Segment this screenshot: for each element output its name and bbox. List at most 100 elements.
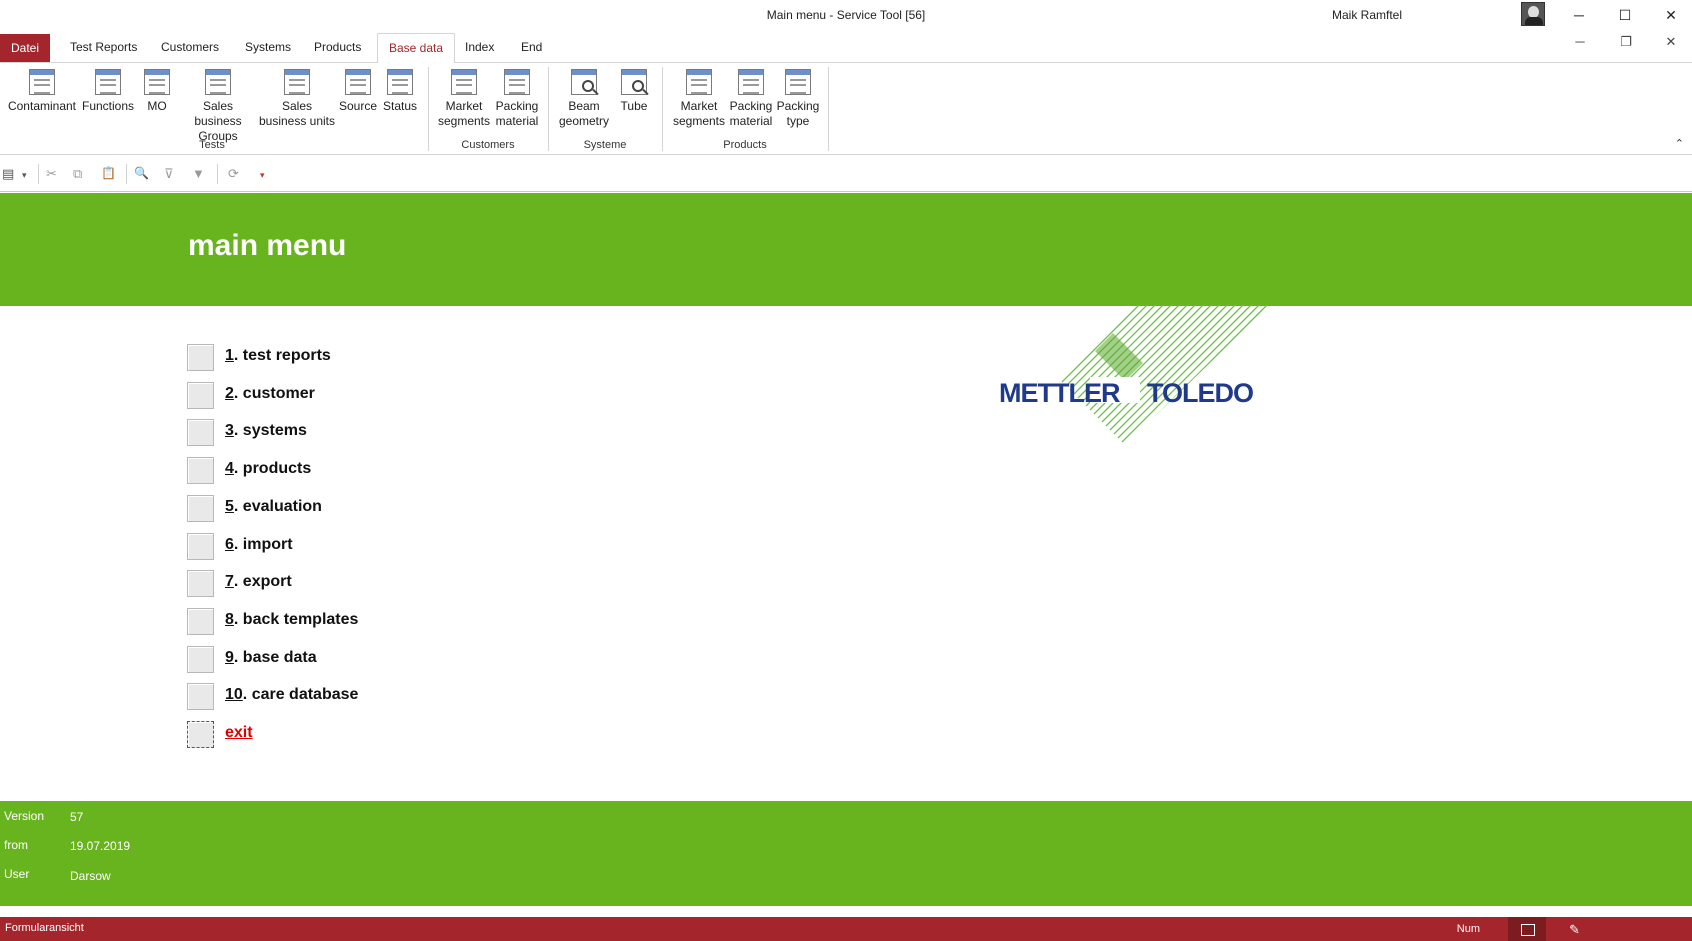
menu-button[interactable] xyxy=(187,344,214,371)
copy-icon[interactable]: ⧉ xyxy=(73,166,82,182)
mdi-minimize-button[interactable]: ─ xyxy=(1565,34,1595,49)
close-button[interactable]: ✕ xyxy=(1648,0,1692,30)
tab-products[interactable]: Products xyxy=(303,33,372,63)
menu-item-label[interactable]: 1. test reports xyxy=(225,347,331,365)
view-dropdown-icon[interactable]: ▾ xyxy=(22,170,27,181)
ribbon-tabs: Datei Test Reports Customers Systems Pro… xyxy=(0,31,1692,64)
cut-icon[interactable]: ✂ xyxy=(46,166,57,182)
mdi-restore-button[interactable]: ❐ xyxy=(1611,34,1641,50)
ribbon-button-label: geometry xyxy=(558,114,610,128)
ribbon-group-tests-label: Tests xyxy=(199,139,225,151)
tab-datei[interactable]: Datei xyxy=(0,34,51,62)
menu-button[interactable] xyxy=(187,495,214,522)
menu-item-label[interactable]: 5. evaluation xyxy=(225,498,322,516)
ribbon-status-button[interactable]: Status xyxy=(381,69,419,114)
num-lock-indicator: Num xyxy=(1456,923,1480,935)
menu-button[interactable] xyxy=(187,533,214,560)
menu-item-label[interactable]: 9. base data xyxy=(225,649,317,667)
status-text: Formularansicht xyxy=(5,922,84,934)
ribbon-button-label: Status xyxy=(382,99,418,113)
table-icon xyxy=(29,69,55,95)
ribbon-button-label: Contaminant xyxy=(7,99,77,113)
exit-button[interactable] xyxy=(187,721,214,748)
ribbon-source-button[interactable]: Source xyxy=(338,69,378,114)
mettler-toledo-logo: METTLER TOLEDO xyxy=(999,305,1270,445)
form-view-icon[interactable] xyxy=(1508,917,1546,941)
table-icon xyxy=(504,69,530,95)
mdi-close-button[interactable]: ✕ xyxy=(1656,34,1686,50)
menu-item-label[interactable]: 8. back templates xyxy=(225,611,358,629)
ribbon-separator xyxy=(828,67,829,151)
ribbon-products-market-segments-button[interactable]: Market segments xyxy=(672,69,726,129)
menu-item-label[interactable]: 10. care database xyxy=(225,686,358,704)
menu-button[interactable] xyxy=(187,570,214,597)
exit-label[interactable]: exit xyxy=(225,724,253,742)
ribbon-beam-geometry-button[interactable]: Beam geometry xyxy=(556,69,612,129)
form-header: main menu xyxy=(0,193,1692,306)
ribbon-sales-business-units-button[interactable]: Sales business units xyxy=(258,69,336,129)
tab-customers[interactable]: Customers xyxy=(150,33,230,63)
ribbon-button-label: Packing xyxy=(776,99,820,113)
maximize-button[interactable]: ☐ xyxy=(1602,0,1648,30)
view-icon[interactable]: ▤ xyxy=(2,166,14,182)
menu-button[interactable] xyxy=(187,608,214,635)
tab-end[interactable]: End xyxy=(510,33,553,63)
title-bar: Main menu - Service Tool [56] Maik Ramft… xyxy=(0,0,1692,31)
menu-button[interactable] xyxy=(187,382,214,409)
ribbon-contaminant-button[interactable]: Contaminant xyxy=(6,69,78,114)
paste-icon[interactable]: 📋 xyxy=(101,166,116,180)
minimize-button[interactable]: ─ xyxy=(1556,0,1602,30)
ribbon-customers-packing-material-button[interactable]: Packing material xyxy=(491,69,543,129)
ribbon-functions-button[interactable]: Functions xyxy=(80,69,136,114)
avatar[interactable] xyxy=(1521,2,1545,26)
menu-item-label[interactable]: 4. products xyxy=(225,460,311,478)
ribbon-mo-button[interactable]: MO xyxy=(142,69,172,114)
find-icon[interactable]: 🔍 xyxy=(134,166,149,180)
toolbar-separator xyxy=(126,164,127,184)
page-title: main menu xyxy=(188,229,347,262)
tab-systems[interactable]: Systems xyxy=(234,33,302,63)
from-value: 19.07.2019 xyxy=(70,839,131,853)
table-icon xyxy=(205,69,231,95)
menu-item-label[interactable]: 2. customer xyxy=(225,385,315,403)
menu-item-label[interactable]: 3. systems xyxy=(225,422,307,440)
filter-icon[interactable]: ▼ xyxy=(192,166,205,181)
quick-toolbar: ▤ ▾ ✂ ⧉ 📋 🔍 ⊽ ▼ ⟳ ▾ xyxy=(0,156,1692,192)
tab-index[interactable]: Index xyxy=(454,33,505,63)
toolbar-separator xyxy=(38,164,39,184)
ribbon-group-customers-label: Customers xyxy=(461,139,515,151)
table-icon xyxy=(785,69,811,95)
collapse-ribbon-icon[interactable]: ⌃ xyxy=(1675,137,1684,150)
table-icon xyxy=(738,69,764,95)
menu-button[interactable] xyxy=(187,457,214,484)
table-search-icon xyxy=(571,69,599,96)
ribbon-button-label: Tube xyxy=(620,99,648,113)
tab-test-reports[interactable]: Test Reports xyxy=(59,33,148,63)
refresh-icon[interactable]: ⟳ xyxy=(228,166,239,182)
user-label: User xyxy=(4,867,30,881)
ribbon-button-label: Market xyxy=(445,99,483,113)
table-search-icon xyxy=(621,69,649,96)
design-view-icon[interactable]: ✎ xyxy=(1569,922,1580,938)
version-value: 57 xyxy=(70,810,84,824)
ribbon-button-label: segments xyxy=(437,114,491,128)
menu-item-label[interactable]: 7. export xyxy=(225,573,292,591)
ribbon-tube-button[interactable]: Tube xyxy=(614,69,654,114)
menu-item-label[interactable]: 6. import xyxy=(225,536,293,554)
ribbon-customers-market-segments-button[interactable]: Market segments xyxy=(437,69,491,129)
main-menu-form: main menu 1. test reports 2. customer 3.… xyxy=(0,193,1692,913)
menu-button[interactable] xyxy=(187,646,214,673)
ribbon-button-label: type xyxy=(786,114,810,128)
tab-base-data[interactable]: Base data xyxy=(377,33,456,64)
ribbon-sales-business-groups-button[interactable]: Sales business Groups xyxy=(180,69,256,144)
ribbon-separator xyxy=(548,67,549,151)
ribbon-products-packing-material-button[interactable]: Packing material xyxy=(726,69,776,129)
filter-selection-icon[interactable]: ⊽ xyxy=(164,166,174,182)
menu-button[interactable] xyxy=(187,419,214,446)
table-icon xyxy=(686,69,712,95)
ribbon-packing-type-button[interactable]: Packing type xyxy=(776,69,820,129)
ribbon-button-label: Packing xyxy=(729,99,773,113)
ribbon-button-label: material xyxy=(495,114,539,128)
menu-button[interactable] xyxy=(187,683,214,710)
customize-toolbar-icon[interactable]: ▾ xyxy=(260,170,265,181)
